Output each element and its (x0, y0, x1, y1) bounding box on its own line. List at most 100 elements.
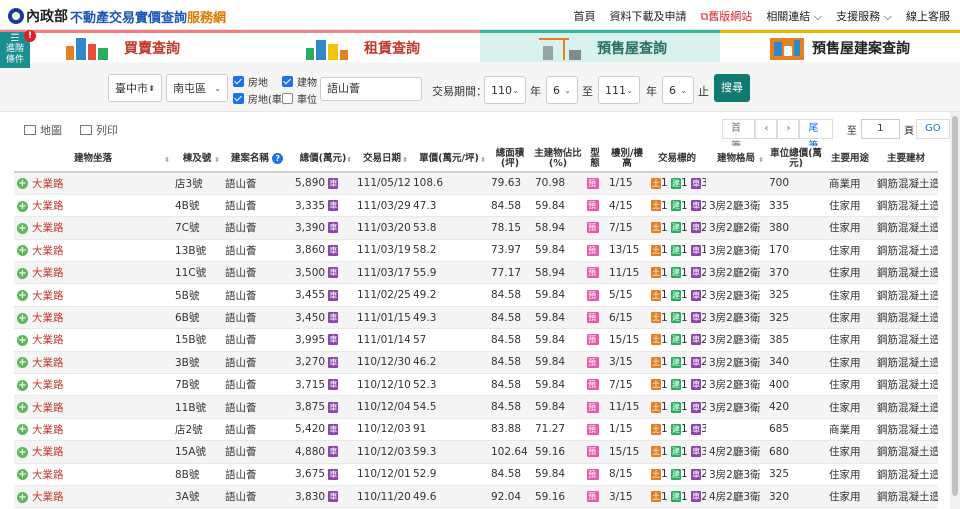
first-page-button[interactable]: 首筆 (722, 119, 756, 152)
location-link[interactable]: 大業路 (32, 491, 64, 503)
tab-presale[interactable]: 預售屋查詢 (480, 30, 720, 62)
help-icon[interactable]: ? (272, 153, 284, 164)
expand-plus-icon[interactable]: + (17, 357, 28, 369)
presale-type-icon[interactable]: 預 (587, 423, 599, 435)
city-select[interactable]: 臺中市 ⬍ (108, 74, 162, 102)
presale-type-icon[interactable]: 預 (587, 379, 599, 391)
presale-type-icon[interactable]: 預 (587, 312, 599, 324)
table-row[interactable]: + 大業路 7B號 語山薈 3,715 車 110/12/10 52.3 84.58 59.84… (14, 373, 938, 397)
col-area[interactable]: 總面積(坪) (488, 146, 532, 173)
location-link[interactable]: 大業路 (32, 446, 64, 458)
nav-download[interactable]: 資料下載及申請 (609, 8, 686, 24)
col-target[interactable]: 交易標的 (648, 146, 706, 173)
search-button[interactable]: 搜尋 (714, 74, 750, 102)
col-type[interactable]: 型態 (584, 146, 606, 173)
tab-sale[interactable]: 買賣查詢 (0, 30, 240, 62)
table-row[interactable]: + 大業路 4B號 語山薈 3,335 車 111/03/29 47.3 84.58 59.84… (14, 194, 938, 218)
check-building[interactable]: 建物 (282, 74, 317, 89)
table-row[interactable]: + 大業路 店3號 語山薈 5,890 車 111/05/12 108.6 79.63 70.9… (14, 172, 938, 195)
expand-plus-icon[interactable]: + (17, 402, 28, 414)
col-total-price[interactable]: 總價(萬元) ⬍ (292, 146, 354, 173)
location-link[interactable]: 大業路 (32, 334, 64, 346)
nav-customer-service[interactable]: 線上客服 (906, 8, 950, 24)
next-page-button[interactable]: › (777, 119, 800, 139)
nav-links[interactable]: 相關連結 ⌵ (766, 8, 822, 24)
tab-presale-project[interactable]: 預售屋建案查詢 (720, 30, 960, 62)
expand-plus-icon[interactable]: + (17, 222, 28, 234)
map-button[interactable]: 地圖 (24, 122, 62, 138)
location-link[interactable]: 大業路 (32, 245, 64, 257)
page-number-input[interactable]: 1 (860, 119, 900, 139)
page-scrollbar[interactable] (950, 112, 960, 509)
tab-rent[interactable]: 租賃查詢 (240, 30, 480, 62)
location-link[interactable]: 大業路 (32, 290, 64, 302)
col-parking-price[interactable]: 車位總價(萬元) (766, 146, 826, 173)
expand-plus-icon[interactable]: + (17, 290, 28, 302)
presale-type-icon[interactable]: 預 (587, 468, 599, 480)
table-row[interactable]: + 大業路 3A號 語山薈 3,830 車 110/11/20 49.6 92.04 59.16… (14, 485, 938, 509)
from-year-select[interactable]: 110 ⌄ (484, 76, 526, 104)
to-year-select[interactable]: 111 ⌄ (598, 76, 640, 104)
table-row[interactable]: + 大業路 3B號 語山薈 3,270 車 110/12/30 46.2 84.58 59.84… (14, 351, 938, 375)
presale-type-icon[interactable]: 預 (587, 267, 599, 279)
district-select[interactable]: 南屯區 ⌄ (166, 74, 228, 102)
nav-old-site[interactable]: ⧉舊版網站 (700, 8, 752, 24)
go-button[interactable]: GO (916, 119, 950, 139)
col-date[interactable]: 交易日期 ⬍ (354, 146, 410, 173)
expand-plus-icon[interactable]: + (17, 178, 28, 190)
nav-support[interactable]: 支援服務 ⌵ (836, 8, 892, 24)
location-link[interactable]: 大業路 (32, 200, 64, 212)
location-link[interactable]: 大業路 (32, 222, 64, 234)
table-row[interactable]: + 大業路 11B號 語山薈 3,875 車 110/12/04 54.5 84.58 59.8… (14, 395, 938, 419)
last-page-button[interactable]: 尾筆 (799, 119, 833, 152)
table-row[interactable]: + 大業路 15B號 語山薈 3,995 車 111/01/14 57 84.58 59.84 預… (14, 328, 938, 352)
presale-type-icon[interactable]: 預 (587, 200, 599, 212)
location-link[interactable]: 大業路 (32, 178, 64, 190)
expand-plus-icon[interactable]: + (17, 334, 28, 346)
table-row[interactable]: + 大業路 店2號 語山薈 5,420 車 110/12/03 91 83.88 71.27 預 1… (14, 418, 938, 442)
table-row[interactable]: + 大業路 6B號 語山薈 3,450 車 111/01/15 49.3 84.58 59.84… (14, 306, 938, 330)
presale-type-icon[interactable]: 預 (587, 356, 599, 368)
expand-plus-icon[interactable]: + (17, 312, 28, 324)
expand-plus-icon[interactable]: + (17, 469, 28, 481)
presale-type-icon[interactable]: 預 (587, 491, 599, 503)
location-link[interactable]: 大業路 (32, 267, 64, 279)
table-row[interactable]: + 大業路 5B號 語山薈 3,455 車 111/02/25 49.2 84.58 59.84… (14, 283, 938, 307)
to-month-select[interactable]: 6 ⌄ (662, 76, 694, 104)
site-logo[interactable]: 內政部 不動產交易實價查詢 服務網 (8, 6, 226, 26)
col-material[interactable]: 主要建材 (874, 146, 938, 173)
col-floor[interactable]: 樓別/樓高 (606, 146, 648, 173)
expand-plus-icon[interactable]: + (17, 491, 28, 503)
check-house[interactable]: 房地 (233, 74, 268, 89)
check-house-parking[interactable]: 房地(車) (233, 91, 286, 106)
table-row[interactable]: + 大業路 15A號 語山薈 4,880 車 110/12/03 59.3 102.64 59.… (14, 440, 938, 464)
presale-type-icon[interactable]: 預 (587, 289, 599, 301)
expand-plus-icon[interactable]: + (17, 200, 28, 212)
presale-type-icon[interactable]: 預 (587, 401, 599, 413)
table-row[interactable]: + 大業路 7C號 語山薈 3,390 車 111/03/20 53.8 78.15 58.94… (14, 216, 938, 240)
check-parking[interactable]: 車位 (282, 91, 317, 106)
expand-plus-icon[interactable]: + (17, 424, 28, 436)
expand-plus-icon[interactable]: + (17, 446, 28, 458)
presale-type-icon[interactable]: 預 (587, 222, 599, 234)
location-link[interactable]: 大業路 (32, 402, 64, 414)
table-row[interactable]: + 大業路 13B號 語山薈 3,860 車 111/03/19 58.2 73.97 59.8… (14, 239, 938, 263)
col-unit-price[interactable]: 單價(萬元/坪) ⬍ (410, 146, 488, 173)
scrollbar-thumb[interactable] (952, 116, 958, 496)
col-use[interactable]: 主要用途 (826, 146, 874, 173)
print-button[interactable]: 列印 (80, 122, 118, 138)
expand-plus-icon[interactable]: + (17, 267, 28, 279)
presale-type-icon[interactable]: 預 (587, 244, 599, 256)
presale-type-icon[interactable]: 預 (587, 334, 599, 346)
location-link[interactable]: 大業路 (32, 379, 64, 391)
expand-plus-icon[interactable]: + (17, 379, 28, 391)
col-location[interactable]: 建物坐落 ⬍ (14, 146, 172, 173)
presale-type-icon[interactable]: 預 (587, 446, 599, 458)
nav-home[interactable]: 首頁 (573, 8, 595, 24)
location-link[interactable]: 大業路 (32, 424, 64, 436)
col-layout[interactable]: 建物格局 ⬍ (706, 146, 766, 173)
location-link[interactable]: 大業路 (32, 312, 64, 324)
col-unit[interactable]: 棟及號 ⬍ (172, 146, 222, 173)
col-project[interactable]: 建案名稱 ? (222, 146, 292, 173)
location-link[interactable]: 大業路 (32, 469, 64, 481)
